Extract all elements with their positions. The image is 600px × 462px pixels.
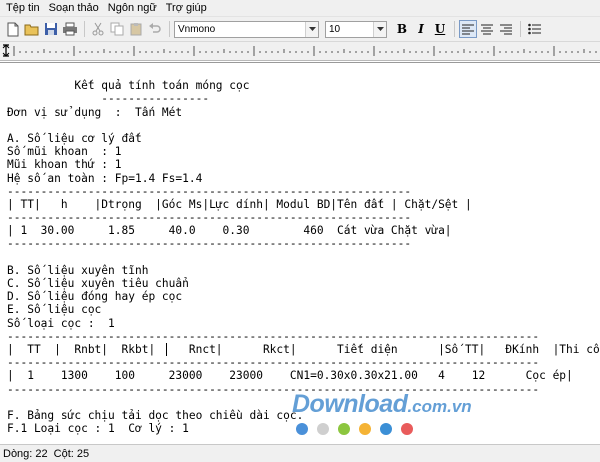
save-button[interactable]: [42, 20, 60, 38]
cut-button[interactable]: [89, 20, 107, 38]
paste-button[interactable]: [127, 20, 145, 38]
status-line: Dòng: 22: [3, 447, 48, 460]
editor-line[interactable]: ----------------: [7, 92, 600, 105]
menu-file[interactable]: Tệp tin: [6, 0, 40, 16]
text-caret: [166, 343, 167, 356]
print-button[interactable]: [61, 20, 79, 38]
watermark-dot: [401, 423, 413, 435]
font-size-combo[interactable]: 10: [325, 20, 387, 38]
watermark-logo: Download .com.vn: [292, 390, 472, 419]
font-name-value: Vnmono: [178, 23, 216, 35]
editor-line[interactable]: ----------------------------------------…: [7, 330, 600, 343]
undo-icon: [149, 23, 161, 33]
bullet-list-icon: [527, 23, 541, 35]
new-file-icon: [7, 22, 19, 36]
editor-line[interactable]: E. Số liệu cọc: [7, 303, 600, 316]
editor-line[interactable]: [7, 66, 600, 79]
menu-bar: Tệp tin Soạn thảo Ngôn ngữ Trợ giúp: [0, 0, 600, 17]
toolbar-separator: [169, 21, 170, 37]
ruler-scale: [2, 44, 597, 57]
open-file-button[interactable]: [23, 20, 41, 38]
watermark-dots: [296, 423, 422, 435]
editor-line[interactable]: Hệ số an toàn : Fp=1.4 Fs=1.4: [7, 172, 600, 185]
align-right-button[interactable]: [497, 20, 515, 38]
editor-line[interactable]: | 1 1300 100 23000 23000 CN1=0.30x0.30x2…: [7, 369, 600, 382]
font-size-value: 10: [329, 23, 341, 35]
chevron-down-icon[interactable]: [305, 21, 318, 37]
editor-line[interactable]: Mũi khoan thứ : 1: [7, 158, 600, 171]
save-icon: [45, 23, 57, 35]
align-left-icon: [462, 24, 474, 34]
font-name-combo[interactable]: Vnmono: [174, 20, 319, 38]
watermark-tld: .com.vn: [407, 397, 472, 416]
watermark-dot: [317, 423, 329, 435]
ruler[interactable]: [0, 42, 600, 61]
toolbar-separator: [520, 21, 521, 37]
status-column: Cột: 25: [53, 447, 90, 460]
align-center-button[interactable]: [478, 20, 496, 38]
italic-button[interactable]: I: [412, 20, 430, 38]
editor-line[interactable]: A. Số liệu cơ lý đất: [7, 132, 600, 145]
toolbar: Vnmono 10 B I U: [0, 17, 600, 42]
menu-edit[interactable]: Soạn thảo: [49, 0, 99, 16]
printer-icon: [63, 22, 77, 36]
chevron-down-icon[interactable]: [373, 21, 386, 37]
status-bar: Dòng: 22 Cột: 25: [0, 444, 600, 462]
toolbar-separator: [84, 21, 85, 37]
toolbar-separator: [454, 21, 455, 37]
editor-line[interactable]: [7, 435, 600, 444]
editor-line[interactable]: ----------------------------------------…: [7, 237, 600, 250]
editor-line[interactable]: B. Số liệu xuyên tĩnh: [7, 264, 600, 277]
watermark-dot: [380, 423, 392, 435]
underline-button[interactable]: U: [431, 20, 449, 38]
new-file-button[interactable]: [4, 20, 22, 38]
editor-line[interactable]: | TT| h |Dtrọng |Góc Ms|Lực dính| Modul …: [7, 198, 600, 211]
paste-icon: [130, 23, 142, 36]
editor-line[interactable]: ----------------------------------------…: [7, 211, 600, 224]
copy-button[interactable]: [108, 20, 126, 38]
editor-line[interactable]: D. Số liệu đóng hay ép cọc: [7, 290, 600, 303]
menu-language[interactable]: Ngôn ngữ: [108, 0, 157, 16]
editor-line[interactable]: C. Số liệu xuyên tiêu chuẩn: [7, 277, 600, 290]
editor-line[interactable]: [7, 251, 600, 264]
editor-line[interactable]: Số loại cọc : 1: [7, 317, 600, 330]
editor-line[interactable]: | 1 30.00 1.85 40.0 0.30 460 Cát vừa Chặ…: [7, 224, 600, 237]
watermark-dot: [359, 423, 371, 435]
undo-button[interactable]: [146, 20, 164, 38]
editor-line[interactable]: Kết quả tính toán móng cọc: [7, 79, 600, 92]
align-left-button[interactable]: [459, 20, 477, 38]
editor-line[interactable]: Đơn vị sử dụng : Tấn Mét: [7, 106, 600, 119]
align-center-icon: [481, 24, 493, 34]
watermark-main: Download: [292, 390, 408, 418]
bold-button[interactable]: B: [393, 20, 411, 38]
editor-line[interactable]: [7, 119, 600, 132]
editor-line[interactable]: | TT | Rnbt| Rkbt| Rnct| Rkct| Tiết diện…: [7, 343, 600, 356]
editor-line[interactable]: Số mũi khoan : 1: [7, 145, 600, 158]
copy-icon: [110, 22, 124, 36]
editor-line[interactable]: ----------------------------------------…: [7, 185, 600, 198]
text-editor[interactable]: Kết quả tính toán móng cọc -------------…: [0, 62, 600, 444]
scissors-icon: [92, 22, 104, 36]
menu-help[interactable]: Trợ giúp: [166, 0, 207, 16]
bullet-list-button[interactable]: [525, 20, 543, 38]
watermark-dot: [338, 423, 350, 435]
open-folder-icon: [24, 24, 39, 36]
watermark-dot: [296, 423, 308, 435]
editor-line[interactable]: ----------------------------------------…: [7, 356, 600, 369]
align-right-icon: [500, 24, 512, 34]
